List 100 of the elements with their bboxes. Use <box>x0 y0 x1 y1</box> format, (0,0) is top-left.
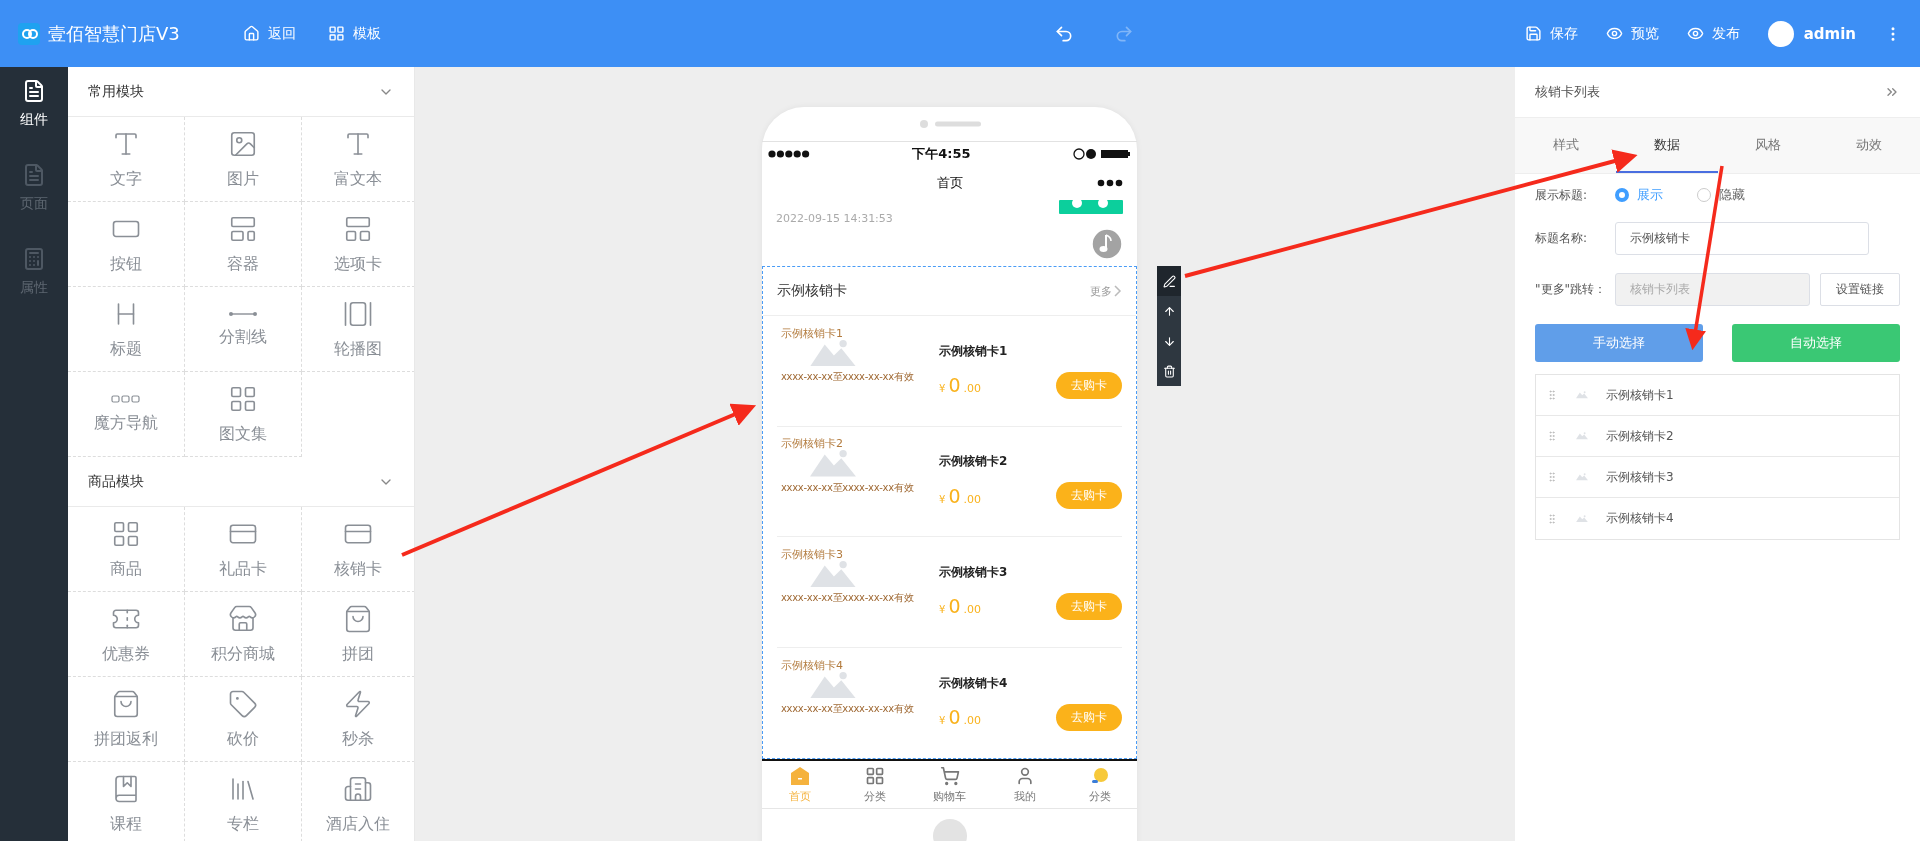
module-item[interactable]: 积分商城 <box>185 592 302 677</box>
card-name: 示例核销卡2 <box>939 453 1009 471</box>
header-action[interactable]: 发布 <box>1686 24 1740 43</box>
lightning-icon <box>343 688 373 719</box>
eye-icon <box>1605 25 1623 42</box>
avatar[interactable] <box>1767 20 1794 47</box>
module-item[interactable]: 礼品卡 <box>185 507 302 592</box>
more-link[interactable]: 更多 <box>1090 283 1122 299</box>
currency-sign: ¥ <box>939 383 946 395</box>
validity-text: xxxx-xx-xx至xxxx-xx-xx有效 <box>781 702 914 717</box>
price-integer: 0 <box>948 374 961 397</box>
module-item[interactable]: 砍价 <box>185 677 302 762</box>
image-placeholder-icon <box>810 449 856 477</box>
card-list-item[interactable]: 示例核销卡3 <box>1536 457 1899 498</box>
price-integer: 0 <box>948 706 961 729</box>
tabbar-item[interactable]: 购物车 <box>912 761 987 808</box>
module-item[interactable]: 按钮 <box>68 202 185 287</box>
radio-dot[interactable] <box>1697 188 1711 202</box>
panel-tab[interactable]: 风格 <box>1717 118 1819 173</box>
tabbar-item[interactable]: 分类 <box>1062 761 1137 808</box>
logo-icon <box>18 22 40 45</box>
module-item[interactable]: 容器 <box>185 202 302 287</box>
radio-option[interactable]: 隐藏 <box>1697 186 1745 204</box>
module-item[interactable]: 图文集 <box>185 372 302 457</box>
drag-handle-icon[interactable] <box>1546 512 1558 525</box>
drag-handle-icon[interactable] <box>1546 430 1558 442</box>
module-item[interactable]: 图片 <box>185 117 302 202</box>
card-image-label: 示例核销卡2 <box>781 436 844 452</box>
timestamp: 2022-09-15 14:31:53 <box>776 212 893 227</box>
tabbar-item[interactable]: 我的 <box>987 761 1062 808</box>
buy-button[interactable]: 去购卡 <box>1056 592 1122 620</box>
module-item[interactable]: 文字 <box>68 117 185 202</box>
undo-icon[interactable] <box>1053 23 1074 44</box>
header-action[interactable]: 预览 <box>1605 24 1659 43</box>
chevron-icon <box>1114 285 1122 297</box>
grid-icon <box>328 25 345 42</box>
buy-button[interactable]: 去购卡 <box>1056 482 1122 510</box>
buy-button[interactable]: 去购卡 <box>1056 703 1122 731</box>
title-input[interactable]: 示例核销卡 <box>1615 222 1869 255</box>
module-item[interactable]: 标题 <box>68 287 185 372</box>
eye-icon <box>1686 25 1704 42</box>
rail-item[interactable]: 组件 <box>20 73 48 129</box>
panel-title: 核销卡列表 <box>1535 83 1600 101</box>
currency-sign: ¥ <box>939 715 946 727</box>
currency-sign: ¥ <box>939 604 946 616</box>
user-name[interactable]: admin <box>1803 24 1856 43</box>
store-icon <box>228 603 258 634</box>
field-label: 展示标题: <box>1535 186 1589 204</box>
card-list-item[interactable]: 示例核销卡1 <box>1536 375 1899 416</box>
sticker-icon <box>1089 765 1110 786</box>
select-button[interactable]: 自动选择 <box>1732 324 1900 362</box>
header-action[interactable]: 保存 <box>1524 24 1578 43</box>
app-title: 壹佰智慧门店V3 <box>48 21 180 46</box>
radio-option[interactable]: 展示 <box>1615 186 1663 204</box>
grid-icon <box>864 765 885 786</box>
price-decimal: .00 <box>963 382 981 396</box>
card-image-label: 示例核销卡4 <box>781 657 844 673</box>
nav-link[interactable]: 返回 <box>243 24 296 43</box>
card-list-item[interactable]: 示例核销卡2 <box>1536 416 1899 457</box>
field-label: 标题名称: <box>1535 230 1589 247</box>
music-button[interactable] <box>1091 228 1123 260</box>
module-item[interactable]: 分割线 <box>185 287 302 372</box>
image-placeholder-icon <box>1576 514 1588 523</box>
image-placeholder-icon <box>1576 473 1588 481</box>
home-icon <box>789 765 810 786</box>
module-item[interactable]: 优惠券 <box>68 592 185 677</box>
panel-tab[interactable]: 动效 <box>1818 118 1920 173</box>
card-list-label: 示例核销卡2 <box>1606 427 1674 445</box>
card-image-label: 示例核销卡3 <box>781 546 844 562</box>
card-list-item[interactable]: 示例核销卡4 <box>1536 498 1899 539</box>
nav-link[interactable]: 模板 <box>328 24 381 43</box>
card-name: 示例核销卡3 <box>939 563 1009 581</box>
page-title: 首页 <box>936 174 963 192</box>
module-item[interactable]: 专栏 <box>185 762 302 841</box>
module-item[interactable]: 拼团返利 <box>68 677 185 762</box>
drag-handle-icon[interactable] <box>1546 471 1558 483</box>
status-time: 下午4:55 <box>912 145 971 163</box>
drag-handle-icon[interactable] <box>1546 389 1558 401</box>
more-icon[interactable] <box>1097 179 1123 187</box>
tabbar-item[interactable]: 首页 <box>762 761 837 808</box>
selected-component-frame[interactable]: 示例核销卡 更多 示例核销卡1 xxxx-xx-xx至xxxx-xx-xx有效 示例核销卡1 ¥0.00 去购卡 示例核销卡2 xxxx-xx-xx至xxxx-xx-xx有效 示例核销卡2 ¥0.00 去购卡 示例核销卡3 xxxx-xx-xx至xxxx-xx-xx有效 示例核销卡3 ¥0.00 去购卡 示例核销卡4 xxxx-xx-xx至xxxx-xx-xx有效 示例核销卡4 ¥0.00 去购卡 <box>762 266 1137 759</box>
module-item[interactable]: 课程 <box>68 762 185 841</box>
image-placeholder-icon <box>1576 391 1588 399</box>
module-item[interactable]: 商品 <box>68 507 185 592</box>
card-list-label: 示例核销卡3 <box>1606 468 1674 486</box>
card-name: 示例核销卡4 <box>939 674 1009 692</box>
card-list-label: 示例核销卡4 <box>1606 510 1674 527</box>
panel-tab[interactable]: 样式 <box>1515 118 1617 173</box>
image-placeholder-icon <box>810 559 856 588</box>
buy-button[interactable]: 去购卡 <box>1056 371 1122 399</box>
currency-sign: ¥ <box>939 493 946 505</box>
home-icon <box>243 25 260 42</box>
bag-icon <box>111 688 141 719</box>
panel-tab[interactable]: 数据 <box>1616 118 1718 173</box>
card-image-label: 示例核销卡1 <box>781 325 844 341</box>
tabbar-item[interactable]: 分类 <box>837 761 912 808</box>
radio-dot[interactable] <box>1615 188 1629 202</box>
module-item[interactable]: 魔方导航 <box>68 372 185 457</box>
select-button[interactable]: 手动选择 <box>1535 324 1703 362</box>
edit-icon[interactable] <box>1157 266 1181 296</box>
